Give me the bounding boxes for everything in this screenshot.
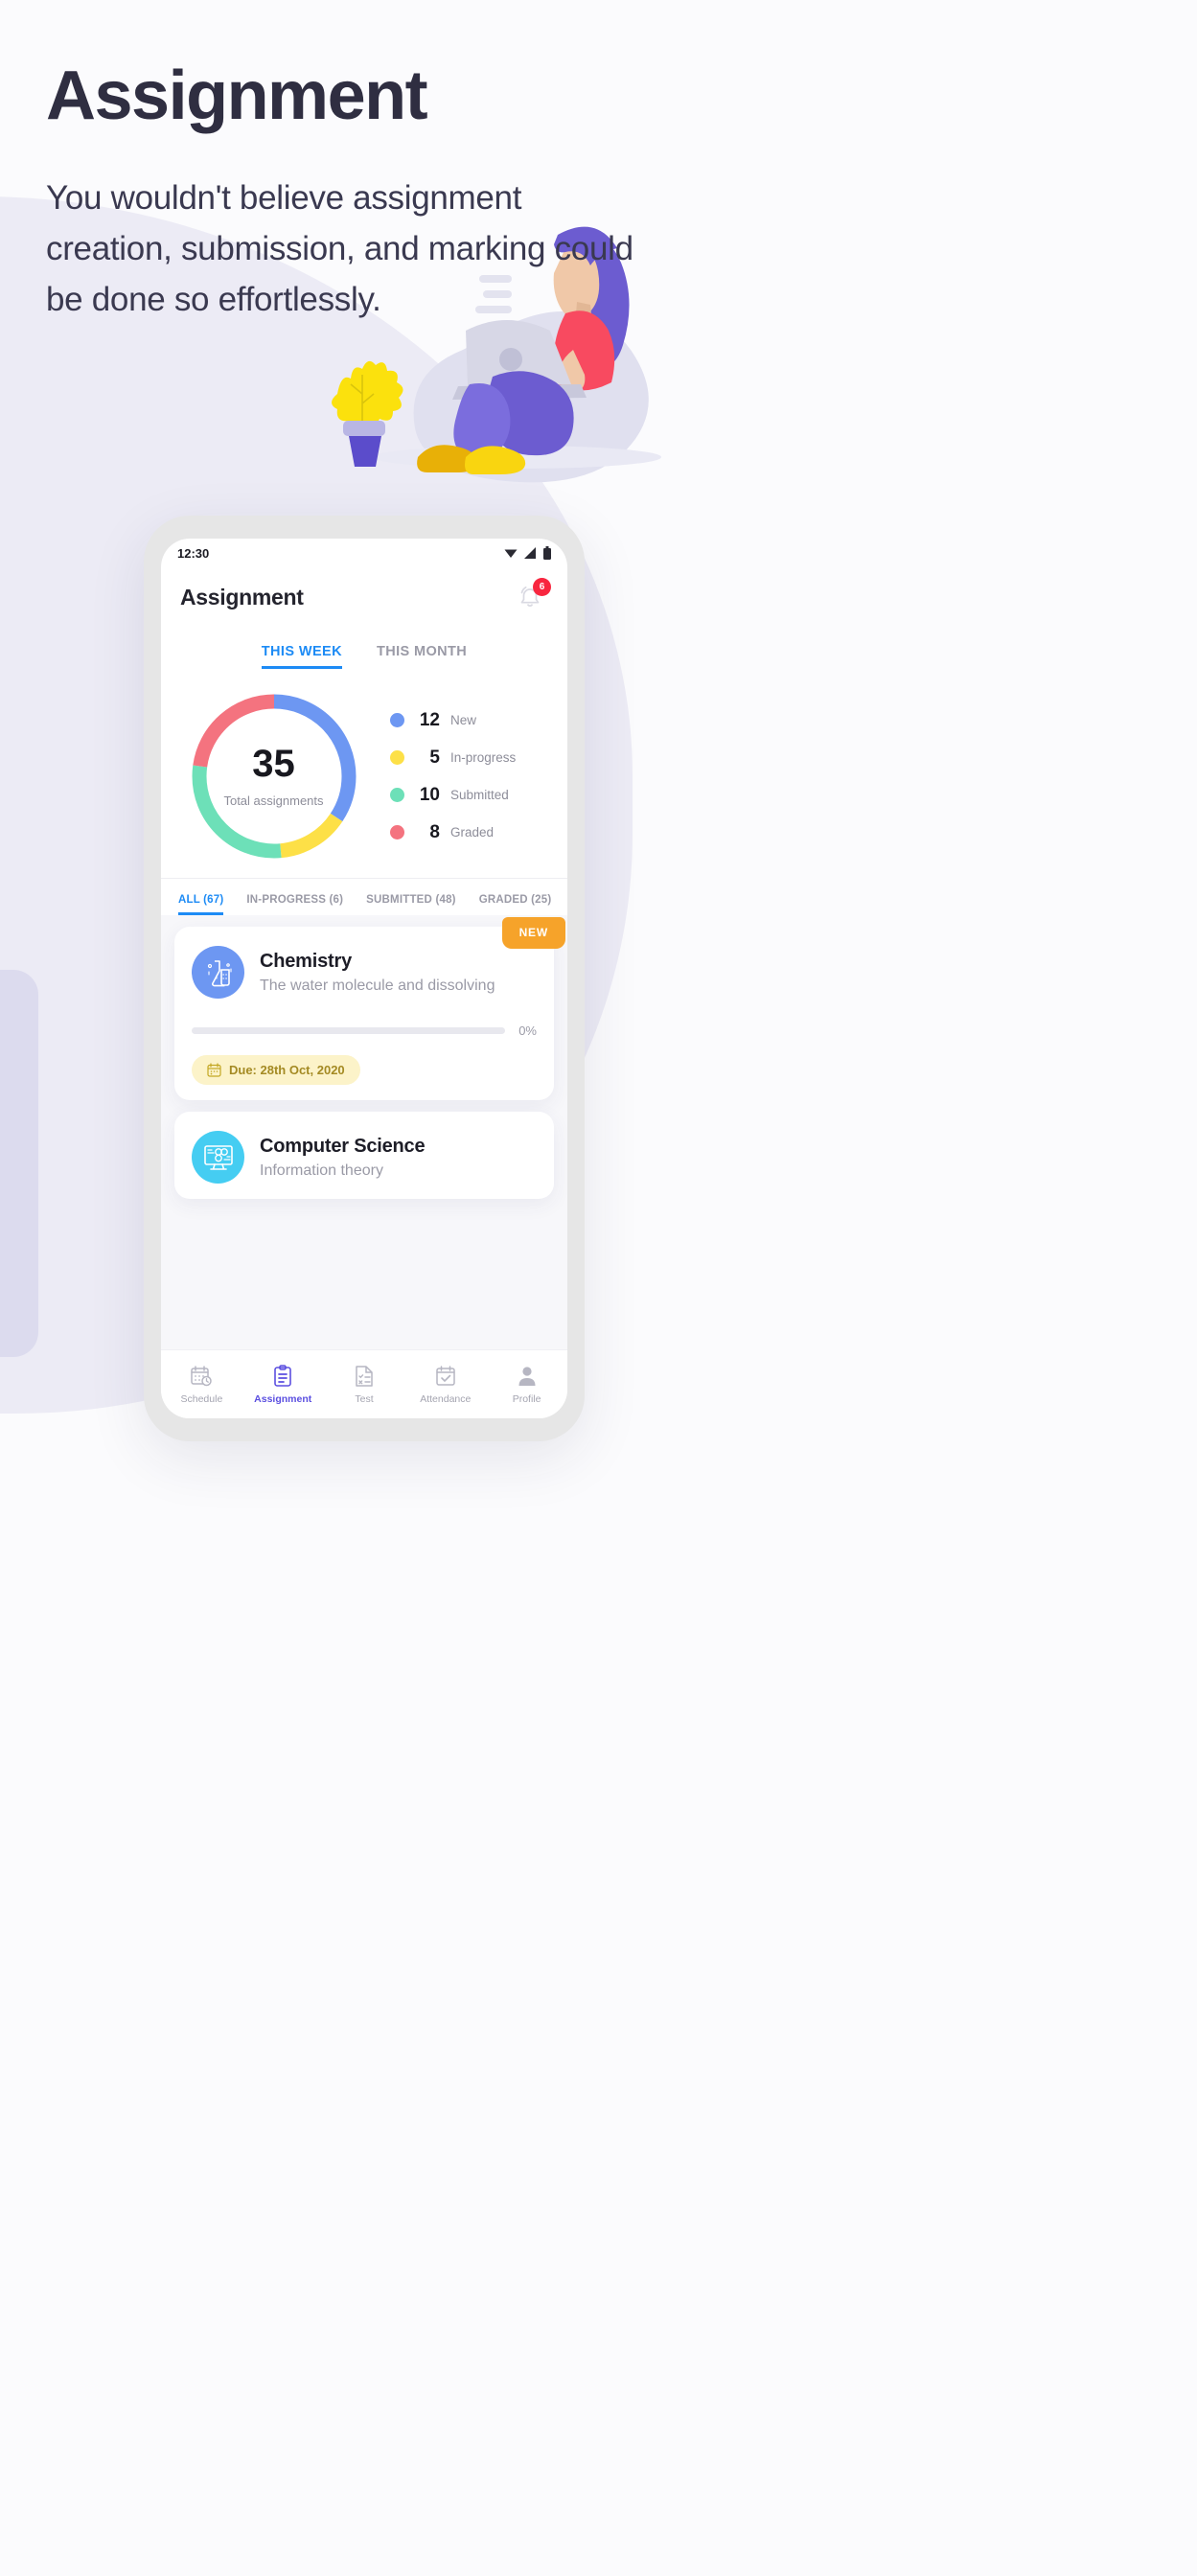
legend-value-in-progress: 5 <box>429 747 440 768</box>
donut-graphic: 35 Total assignments <box>190 692 358 861</box>
clipboard-icon <box>274 1364 291 1387</box>
nav-label-assignment: Assignment <box>254 1392 312 1405</box>
total-assignments-value: 35 <box>252 743 295 785</box>
legend-item: 5 In-progress <box>390 748 567 769</box>
phone-mockup: 12:30 Assignment 6 THIS WEEK THIS MONTH … <box>144 516 585 1441</box>
background-card-left <box>0 970 38 1357</box>
test-paper-icon <box>356 1365 373 1387</box>
phone-screen: 12:30 Assignment 6 THIS WEEK THIS MONTH … <box>161 539 567 1418</box>
legend-value-submitted: 10 <box>419 784 440 805</box>
computer-monitor-icon <box>192 1131 244 1184</box>
filter-tab-in-progress[interactable]: IN-PROGRESS (6) <box>246 894 343 915</box>
filter-tab-all[interactable]: ALL (67) <box>178 894 224 915</box>
assignment-progress: 0% <box>192 1024 537 1038</box>
status-bar: 12:30 <box>161 539 567 567</box>
filter-tab-graded[interactable]: GRADED (25) <box>479 894 552 915</box>
notifications-button[interactable]: 6 <box>516 578 551 613</box>
assignments-donut-chart: 35 Total assignments 12 New 5 In-progres… <box>161 675 567 864</box>
assignment-card-computer-science[interactable]: Computer Science Information theory <box>174 1112 554 1199</box>
legend-value-graded: 8 <box>429 821 440 842</box>
hero-paragraph: You wouldn't believe assignment creation… <box>46 178 633 319</box>
progress-track <box>192 1027 506 1034</box>
app-header: Assignment 6 <box>161 567 567 627</box>
due-date-text: Due: 28th Oct, 2020 <box>229 1063 345 1077</box>
bottom-navigation: Schedule Assignment Test Attendance Prof… <box>161 1349 567 1418</box>
legend-label-graded: Graded <box>450 825 495 840</box>
assignment-topic: Information theory <box>260 1162 383 1179</box>
legend-dot-submitted <box>390 788 404 802</box>
tab-this-month[interactable]: THIS MONTH <box>377 644 467 669</box>
nav-item-attendance[interactable]: Attendance <box>404 1365 486 1405</box>
legend-value-new: 12 <box>419 709 440 730</box>
nav-item-profile[interactable]: Profile <box>486 1365 567 1405</box>
legend-label-new: New <box>450 713 477 727</box>
nav-label-schedule: Schedule <box>180 1392 223 1405</box>
legend-dot-graded <box>390 825 404 840</box>
progress-percent: 0% <box>518 1024 537 1038</box>
assignment-subject: Chemistry <box>260 950 353 972</box>
tab-this-week[interactable]: THIS WEEK <box>261 644 342 669</box>
status-bar-icons <box>504 546 551 560</box>
person-icon <box>518 1366 536 1386</box>
legend-dot-new <box>390 713 404 727</box>
nav-item-schedule[interactable]: Schedule <box>161 1365 242 1405</box>
nav-label-attendance: Attendance <box>420 1392 472 1405</box>
period-tabs: THIS WEEK THIS MONTH <box>161 644 567 675</box>
nav-label-profile: Profile <box>512 1392 541 1405</box>
legend-label-in-progress: In-progress <box>450 750 517 765</box>
notification-badge: 6 <box>533 578 551 596</box>
hero-text-block: Assignment You wouldn't believe assignme… <box>46 58 640 325</box>
summary-panel: THIS WEEK THIS MONTH 35 Total assignment… <box>161 627 567 879</box>
calendar-clock-icon <box>191 1365 213 1386</box>
due-date-badge: Due: 28th Oct, 2020 <box>192 1055 360 1085</box>
page-title: Assignment <box>46 58 428 134</box>
filter-tab-submitted[interactable]: SUBMITTED (48) <box>366 894 456 915</box>
assignment-topic: The water molecule and dissolving <box>260 977 495 994</box>
calendar-check-icon <box>436 1365 455 1386</box>
calendar-icon <box>207 1063 221 1077</box>
donut-legend: 12 New 5 In-progress 10 Submitted 8 Grad… <box>386 710 567 843</box>
nav-item-assignment[interactable]: Assignment <box>242 1364 324 1405</box>
legend-item: 8 Graded <box>390 822 567 843</box>
legend-dot-in-progress <box>390 750 404 765</box>
legend-item: 12 New <box>390 710 567 731</box>
cellular-signal-icon <box>524 547 536 559</box>
battery-icon <box>543 546 551 560</box>
assignment-filter-tabs: ALL (67) IN-PROGRESS (6) SUBMITTED (48) … <box>161 879 567 915</box>
assignment-list[interactable]: NEW Chemistry The water molecule and dis… <box>161 915 567 1349</box>
nav-item-test[interactable]: Test <box>324 1365 405 1405</box>
status-bar-time: 12:30 <box>177 545 210 561</box>
new-badge: NEW <box>501 917 565 949</box>
assignment-card-chemistry[interactable]: NEW Chemistry The water molecule and dis… <box>174 917 565 1100</box>
legend-label-submitted: Submitted <box>450 788 509 802</box>
app-title: Assignment <box>180 584 304 610</box>
assignment-subject: Computer Science <box>260 1135 426 1157</box>
legend-item: 10 Submitted <box>390 785 567 806</box>
wifi-icon <box>504 549 518 558</box>
nav-label-test: Test <box>355 1392 374 1405</box>
chemistry-flask-icon <box>192 946 244 999</box>
total-assignments-label: Total assignments <box>223 794 324 808</box>
